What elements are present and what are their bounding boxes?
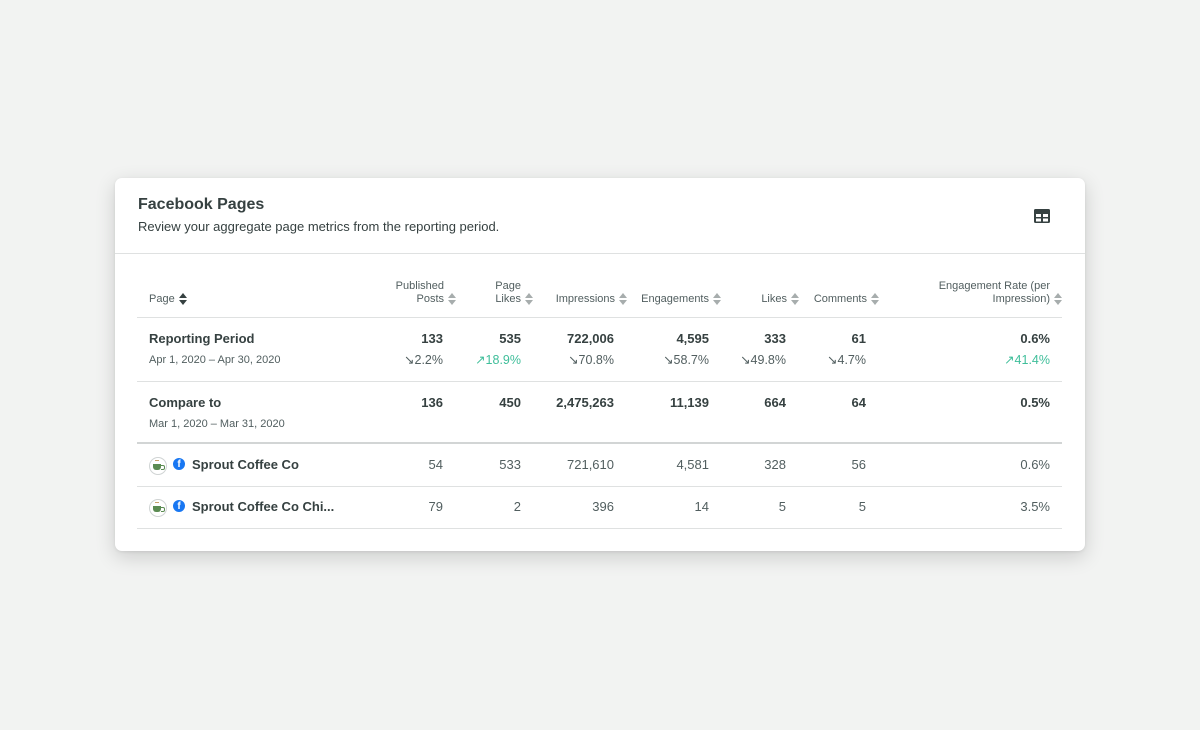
section-divider [137, 442, 1062, 444]
coffee-cup-avatar-icon [149, 499, 167, 517]
compare-likes: 664 [764, 395, 786, 410]
col-header-engagements-label: Engagements [641, 293, 709, 305]
col-header-published-posts[interactable]: Published Posts [396, 280, 456, 306]
row-divider [137, 381, 1062, 382]
col-header-page[interactable]: Page [149, 293, 187, 306]
reporting-published: 133 [421, 331, 443, 346]
delta-rate: ↗41.4% [1004, 353, 1050, 367]
sort-icon[interactable] [791, 293, 799, 306]
sort-icon[interactable] [525, 293, 533, 306]
page-engagements: 4,581 [676, 457, 709, 472]
col-header-page-likes[interactable]: Page Likes [495, 280, 533, 306]
facebook-pages-card: Facebook Pages Review your aggregate pag… [115, 178, 1085, 551]
page-comments: 56 [851, 457, 866, 472]
delta-engagements: ↘58.7% [663, 353, 709, 367]
reporting-impressions: 722,006 [567, 331, 614, 346]
compare-rate: 0.5% [1020, 395, 1050, 410]
reporting-page-likes: 535 [499, 331, 521, 346]
page-name-link[interactable]: Sprout Coffee Co [192, 457, 299, 472]
compare-engagements: 11,139 [669, 395, 709, 410]
coffee-cup-avatar-icon [149, 457, 167, 475]
row-divider [137, 486, 1062, 487]
page-published: 54 [428, 457, 443, 472]
row-divider [137, 317, 1062, 318]
delta-page-likes: ↗18.9% [475, 353, 521, 367]
sort-icon[interactable] [619, 293, 627, 306]
page-rate: 3.5% [1020, 499, 1050, 514]
col-header-rate-l1: Engagement Rate (per [938, 280, 1050, 292]
col-header-comments[interactable]: Comments [814, 293, 879, 306]
col-header-rate-l2: Impression) [992, 293, 1050, 305]
compare-comments: 64 [851, 395, 866, 410]
col-header-published-l1: Published [395, 280, 444, 292]
delta-comments: ↘4.7% [827, 353, 866, 367]
delta-impressions: ↘70.8% [568, 353, 614, 367]
page-likes: 5 [778, 499, 786, 514]
col-header-engagements[interactable]: Engagements [641, 293, 721, 306]
reporting-comments: 61 [851, 331, 866, 346]
page-likes: 328 [764, 457, 786, 472]
page-page-likes: 533 [499, 457, 521, 472]
compare-published: 136 [421, 395, 443, 410]
col-header-comments-label: Comments [813, 293, 867, 305]
col-header-page-label: Page [149, 293, 175, 305]
page-rate: 0.6% [1020, 457, 1050, 472]
col-header-page-likes-l2: Likes [495, 293, 521, 305]
reporting-engagements: 4,595 [676, 331, 709, 346]
sort-icon[interactable] [178, 293, 187, 306]
col-header-likes[interactable]: Likes [761, 293, 799, 306]
reporting-likes: 333 [764, 331, 786, 346]
reporting-period-title: Reporting Period [149, 331, 255, 346]
col-header-page-likes-l1: Page [495, 280, 521, 292]
page-engagements: 14 [694, 499, 709, 514]
compare-dates: Mar 1, 2020 – Mar 31, 2020 [149, 418, 285, 430]
compare-impressions: 2,475,263 [556, 395, 614, 410]
page-published: 79 [428, 499, 443, 514]
facebook-icon: f [173, 500, 185, 512]
col-header-engagement-rate[interactable]: Engagement Rate (per Impression) [939, 280, 1062, 306]
row-divider [137, 528, 1062, 529]
reporting-period-dates: Apr 1, 2020 – Apr 30, 2020 [149, 354, 281, 366]
sort-icon[interactable] [713, 293, 721, 306]
sort-icon[interactable] [871, 293, 879, 306]
reporting-rate: 0.6% [1020, 331, 1050, 346]
header-divider [115, 253, 1085, 254]
col-header-impressions-label: Impressions [555, 293, 615, 305]
table-grid-icon[interactable] [1032, 207, 1052, 225]
compare-title: Compare to [149, 395, 222, 410]
page-name-link[interactable]: Sprout Coffee Co Chi... [192, 499, 334, 514]
sort-icon[interactable] [1054, 293, 1062, 306]
card-subtitle: Review your aggregate page metrics from … [138, 219, 500, 234]
compare-page-likes: 450 [499, 395, 521, 410]
delta-likes: ↘49.8% [740, 353, 786, 367]
card-title: Facebook Pages [138, 196, 265, 213]
page-page-likes: 2 [513, 499, 521, 514]
sort-icon[interactable] [448, 293, 456, 306]
col-header-likes-label: Likes [761, 293, 787, 305]
page-comments: 5 [858, 499, 866, 514]
col-header-published-l2: Posts [416, 293, 444, 305]
facebook-icon: f [173, 458, 185, 470]
page-impressions: 721,610 [567, 457, 614, 472]
delta-published: ↘2.2% [404, 353, 443, 367]
page-impressions: 396 [592, 499, 614, 514]
col-header-impressions[interactable]: Impressions [556, 293, 627, 306]
